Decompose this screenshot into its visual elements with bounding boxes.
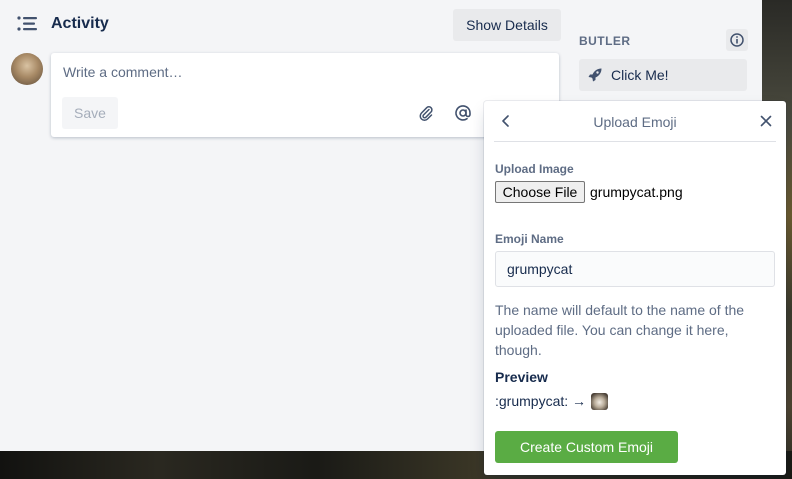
butler-button-label: Click Me!	[611, 67, 669, 83]
create-custom-emoji-button[interactable]: Create Custom Emoji	[495, 431, 678, 463]
upload-emoji-popover: Upload Emoji Upload Image Choose File gr…	[484, 101, 786, 475]
comment-box[interactable]: Write a comment… Save	[51, 53, 559, 137]
popover-header: Upload Emoji	[494, 101, 776, 142]
close-icon[interactable]	[758, 113, 774, 129]
popover-title: Upload Emoji	[593, 114, 677, 130]
save-button[interactable]: Save	[62, 97, 118, 129]
emoji-name-label: Emoji Name	[495, 232, 564, 246]
grumpycat-emoji-image	[591, 392, 609, 410]
emoji-name-input[interactable]	[495, 251, 775, 287]
activity-heading: Activity	[51, 15, 109, 32]
comment-input[interactable]: Write a comment…	[63, 64, 183, 80]
info-icon[interactable]	[726, 29, 748, 51]
paperclip-icon[interactable]	[418, 105, 434, 121]
at-sign-icon[interactable]	[454, 104, 472, 122]
emoji-name-help-text: The name will default to the name of the…	[495, 302, 745, 358]
selected-file-name: grumpycat.png	[590, 184, 683, 200]
avatar[interactable]	[11, 53, 43, 85]
list-icon	[17, 16, 37, 31]
show-details-button[interactable]: Show Details	[453, 9, 561, 41]
preview-text: :grumpycat: →	[495, 393, 587, 409]
butler-button[interactable]: Click Me!	[579, 59, 747, 91]
rocket-icon	[588, 68, 602, 82]
upload-image-label: Upload Image	[495, 162, 574, 176]
choose-file-button[interactable]: Choose File	[495, 181, 585, 203]
preview-label: Preview	[495, 369, 548, 385]
emoji-preview: :grumpycat: →	[495, 390, 609, 412]
butler-label: BUTLER	[579, 34, 631, 48]
